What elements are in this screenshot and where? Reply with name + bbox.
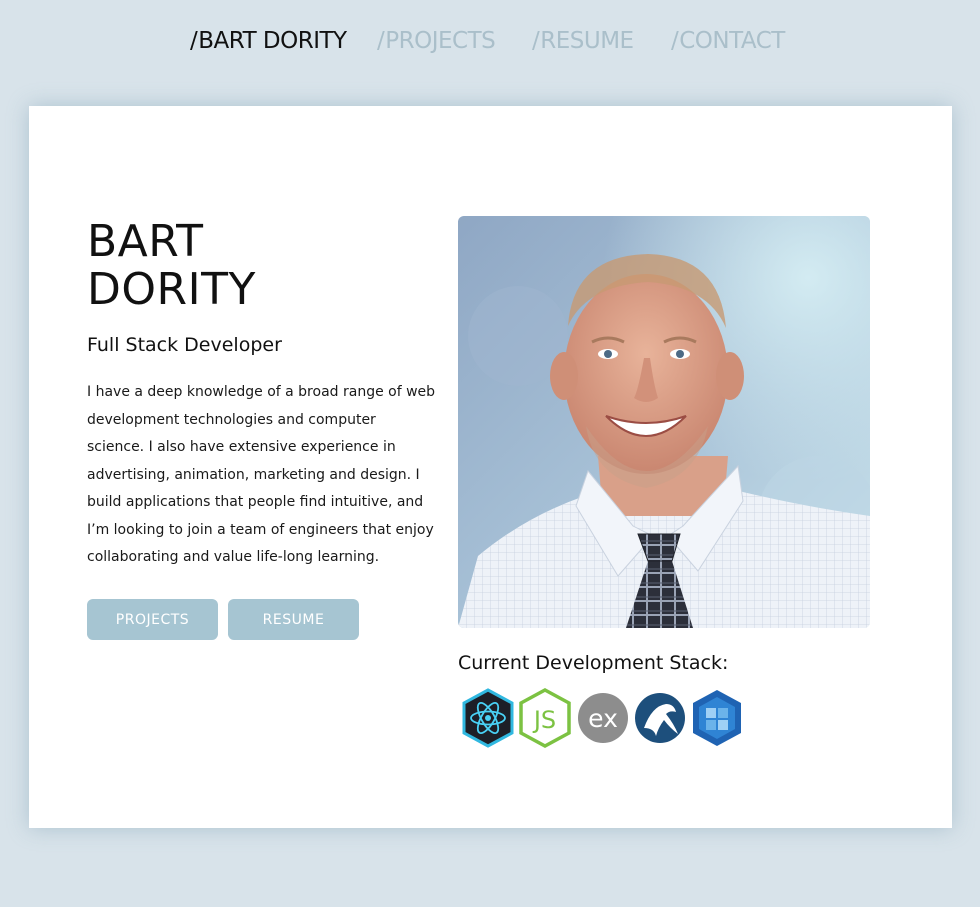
profile-card: BART DORITY Full Stack Developer I have …	[29, 106, 952, 828]
express-icon: ex	[578, 693, 628, 743]
tech-stack-icons: JS ex	[460, 688, 760, 748]
job-title: Full Stack Developer	[87, 334, 282, 356]
name-first: BART	[87, 216, 204, 267]
top-nav: /BART DORITY /PROJECTS /RESUME /CONTACT	[0, 28, 980, 60]
nodejs-icon: JS	[519, 688, 571, 748]
nav-slash: /	[671, 28, 679, 54]
stack-heading: Current Development Stack:	[458, 652, 729, 674]
nav-link-projects[interactable]: /PROJECTS	[377, 28, 496, 54]
nav-slash: /	[532, 28, 540, 54]
nav-slash: /	[190, 28, 198, 54]
nav-link-label: BART DORITY	[198, 28, 347, 54]
resume-button[interactable]: RESUME	[228, 599, 359, 640]
nav-link-label: CONTACT	[679, 28, 785, 54]
mysql-icon	[635, 693, 685, 743]
portrait-image	[458, 216, 870, 628]
bio-paragraph: I have a deep knowledge of a broad range…	[87, 384, 436, 565]
nav-link-label: PROJECTS	[385, 28, 496, 54]
nav-link-contact[interactable]: /CONTACT	[671, 28, 785, 54]
nav-slash: /	[377, 28, 385, 54]
nav-link-resume[interactable]: /RESUME	[532, 28, 634, 54]
sequelize-icon	[693, 690, 741, 746]
profile-photo	[458, 216, 870, 628]
name-last: DORITY	[87, 264, 256, 315]
react-icon	[462, 688, 514, 748]
nav-link-bart-dority[interactable]: /BART DORITY	[190, 28, 347, 54]
express-icon-text: ex	[588, 704, 618, 733]
svg-text:JS: JS	[532, 706, 556, 734]
page-title: BART DORITY	[87, 218, 256, 314]
nav-link-label: RESUME	[540, 28, 634, 54]
projects-button[interactable]: PROJECTS	[87, 599, 218, 640]
